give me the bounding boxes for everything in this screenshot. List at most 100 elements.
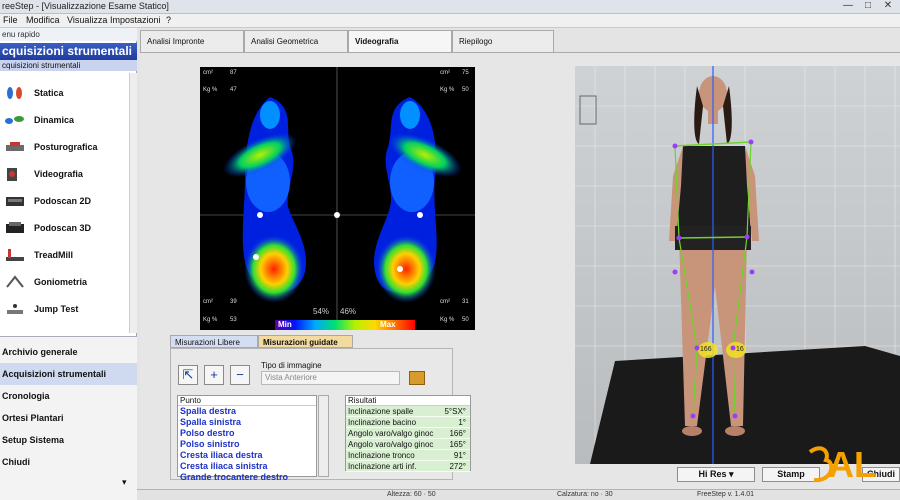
table-row: Angolo varo/valgo ginoc 165° (346, 439, 470, 450)
left-percent: 54% (313, 307, 330, 316)
sidebar-item-label: Goniometria (34, 277, 88, 287)
sidebar-item-label: Jump Test (34, 304, 79, 314)
menu-file[interactable]: File (3, 15, 18, 25)
menu-help[interactable]: ? (166, 15, 171, 25)
sidebar-item-podoscan-2d[interactable]: Podoscan 2D (0, 189, 128, 215)
list-item[interactable]: Spalla sinistra (178, 417, 316, 428)
sidebar-item-dinamica[interactable]: Dinamica (0, 108, 128, 134)
list-item[interactable]: Grande trocantere destro (178, 472, 316, 483)
results-table: Risultati Inclinazione spalle 5°SX° Incli… (345, 395, 471, 472)
heatmap-bl-unit2: Kg % (203, 317, 218, 323)
tab-videografia[interactable]: Videografia (348, 30, 452, 52)
list-item[interactable]: Polso sinistro (178, 439, 316, 450)
points-list-header: Punto (178, 396, 316, 406)
menu-impostazioni[interactable]: Impostazioni (110, 15, 161, 25)
sidebar-item-posturografica[interactable]: Posturografica (0, 135, 128, 161)
result-value: 5°SX° (444, 407, 466, 416)
close-window-button[interactable]: ✕ (878, 0, 898, 13)
menu-bar: File Modifica Visualizza Impostazioni ? (0, 14, 900, 28)
sidebar-item-jump-test[interactable]: Jump Test (0, 297, 128, 323)
result-label: Inclinazione spalle (348, 407, 414, 416)
sidebar-item-statica[interactable]: Statica (0, 81, 128, 107)
list-item[interactable]: Polso destro (178, 428, 316, 439)
chevron-down-icon[interactable]: ▾ (122, 477, 127, 488)
table-row: Inclinazione tronco 91° (346, 450, 470, 461)
menu-visualizza[interactable]: Visualizza (67, 15, 107, 25)
sidebar-item-videografia[interactable]: Videografia (0, 162, 128, 188)
sidebar-item-label: Statica (34, 88, 64, 98)
hi-res-button[interactable]: Hi Res ▾ (677, 467, 755, 482)
result-label: Angolo varo/valgo ginoc (348, 440, 434, 449)
tab-analisi-impronte[interactable]: Analisi Impronte (140, 30, 244, 52)
tab-analisi-geometrica[interactable]: Analisi Geometrica (244, 30, 348, 52)
platform-icon (6, 142, 24, 151)
sidebar-scrollbar[interactable] (129, 73, 137, 333)
scanner3d-icon (6, 222, 24, 233)
lock-icon[interactable] (409, 371, 425, 385)
maximize-button[interactable]: □ (858, 0, 878, 13)
table-row: Inclinazione arti inf. 272° (346, 461, 470, 472)
scanner-icon (6, 197, 24, 206)
right-percent: 46% (340, 307, 357, 316)
hi-res-label: Hi Res (698, 469, 727, 479)
status-mid: Calzatura: no · 30 (557, 491, 613, 498)
result-value: 166° (449, 429, 466, 438)
tab-misurazioni-libere[interactable]: Misurazioni Libere (170, 335, 258, 348)
status-right: FreeStep v. 1.4.01 (697, 491, 755, 498)
camera-icon (7, 168, 17, 181)
result-label: Angolo varo/valgo ginoc (348, 429, 434, 438)
menu-modifica[interactable]: Modifica (26, 15, 60, 25)
sidebar-item-goniometria[interactable]: Goniometria (0, 270, 128, 296)
sidebar-title: cquisizioni strumentali (0, 43, 137, 60)
nav-acquisizioni-strumentali[interactable]: Acquisizioni strumentali (0, 363, 137, 385)
window-title: reeStep - [Visualizzazione Esame Statico… (2, 1, 169, 11)
heatmap-br-value: 31 (462, 299, 469, 305)
image-type-label: Tipo di immagine (261, 361, 322, 370)
results-header: Risultati (346, 396, 470, 406)
jump-icon (7, 304, 23, 314)
nav-chiudi[interactable]: Chiudi (0, 451, 137, 473)
nav-setup-sistema[interactable]: Setup Sistema (0, 429, 137, 451)
image-type-select[interactable]: Vista Anteriore (261, 371, 400, 385)
table-row: Angolo varo/valgo ginoc 166° (346, 428, 470, 439)
tab-riepilogo[interactable]: Riepilogo (452, 30, 554, 52)
scale-max-label: Max (380, 320, 396, 329)
posture-photo: 166 16 (575, 66, 900, 464)
zoom-out-button[interactable]: − (230, 365, 250, 385)
brand-logo: AL (806, 442, 876, 488)
list-item[interactable]: Cresta iliaca sinistra (178, 461, 316, 472)
list-item[interactable]: Cresta iliaca destra (178, 450, 316, 461)
status-left: Altezza: 60 · 50 (387, 491, 436, 498)
tab-misurazioni-guidate[interactable]: Misurazioni guidate (258, 335, 353, 348)
list-item[interactable]: Spalla destra (178, 406, 316, 417)
heatmap-bl-value2: 53 (230, 317, 237, 323)
walking-icon (5, 116, 24, 124)
minimize-button[interactable]: — (838, 0, 858, 13)
nav-ortesi-plantari[interactable]: Ortesi Plantari (0, 407, 137, 429)
sidebar-nav: Archivio generale Acquisizioni strumenta… (0, 336, 137, 500)
tab-strip: Analisi Impronte Analisi Geometrica Vide… (140, 30, 900, 52)
result-value: 165° (449, 440, 466, 449)
sidebar-subtitle: cquisizioni strumentali (0, 60, 137, 71)
logo-text: AL (828, 444, 876, 485)
sidebar-item-treadmill[interactable]: TreadMill (0, 243, 128, 269)
result-value: 91° (453, 451, 466, 460)
goniometer-icon (6, 275, 24, 288)
heatmap-tl-unit2: Kg % (203, 87, 218, 93)
heatmap-graphic (200, 67, 475, 330)
heatmap-bl-value: 39 (230, 299, 237, 305)
sidebar-item-podoscan-3d[interactable]: Podoscan 3D (0, 216, 128, 242)
pressure-heatmap: cm² 87 Kg % 47 cm² 75 Kg % 50 cm² 39 Kg … (200, 67, 475, 330)
zoom-in-button[interactable]: + (204, 365, 224, 385)
nav-cronologia[interactable]: Cronologia (0, 385, 137, 407)
heatmap-tr-value: 75 (462, 70, 469, 76)
scale-min-label: Min (278, 320, 292, 329)
chevron-down-icon: ▾ (729, 469, 734, 479)
posture-photo-graphic (575, 66, 900, 464)
heatmap-tl-value2: 47 (230, 87, 237, 93)
points-list-scrollbar[interactable] (318, 395, 329, 477)
sidebar-header: enu rapido (0, 28, 137, 41)
select-tool-button[interactable]: ⇱ (178, 365, 198, 385)
nav-archivio-generale[interactable]: Archivio generale (0, 341, 137, 363)
table-row: Inclinazione spalle 5°SX° (346, 406, 470, 417)
